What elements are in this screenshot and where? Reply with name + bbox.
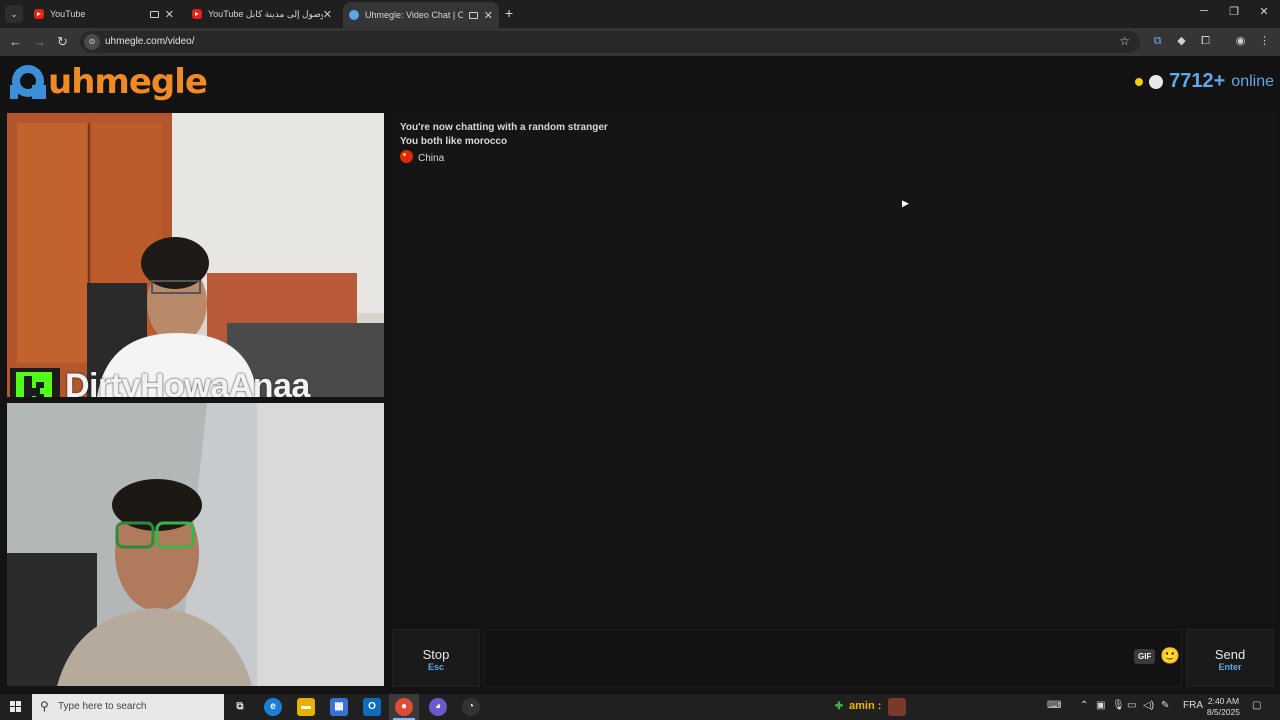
notifications-icon[interactable]: ▢ bbox=[1252, 700, 1261, 711]
task-view-icon[interactable]: ⧉ bbox=[231, 698, 249, 716]
close-tab-icon[interactable]: ✕ bbox=[323, 8, 332, 21]
online-counter: 7712+ online bbox=[1135, 70, 1274, 93]
streamer-name-overlay: DirtyHowaAnaa bbox=[65, 367, 310, 397]
clock-date: 8/5/2025 bbox=[1206, 707, 1240, 717]
tab-youtube[interactable]: YouTube ✕ bbox=[28, 2, 180, 26]
chevron-down-icon: ⌄ bbox=[10, 9, 18, 19]
outlook-icon[interactable]: O bbox=[363, 698, 381, 716]
user-avatar[interactable] bbox=[888, 698, 906, 716]
tab-title: YouTube الوصول إلى مدينة كابل bbox=[208, 8, 323, 19]
picture-in-picture-icon[interactable] bbox=[468, 11, 478, 19]
chat-interest-message: You both like morocco bbox=[400, 136, 508, 147]
windows-start-icon[interactable] bbox=[10, 701, 22, 713]
chat-message-input[interactable] bbox=[484, 629, 1182, 687]
kick-logo-icon bbox=[10, 368, 60, 397]
tab-title: Uhmegle: Video Chat | Ome bbox=[365, 10, 463, 20]
restore-button[interactable]: ❐ bbox=[1219, 5, 1249, 18]
chrome-taskbar-active[interactable]: ● bbox=[389, 694, 419, 720]
site-info-icon[interactable]: ⊜ bbox=[84, 34, 100, 50]
youtube-icon bbox=[192, 9, 202, 19]
tab-uhmegle[interactable]: Uhmegle: Video Chat | Ome ✕ bbox=[343, 2, 499, 28]
microsoft-store-icon[interactable]: ▦ bbox=[330, 698, 348, 716]
network-icon[interactable]: ▭ bbox=[1127, 700, 1136, 711]
logo-text: uhmegle bbox=[48, 62, 208, 102]
extensions-puzzle-icon[interactable]: ⧠ bbox=[1199, 35, 1212, 48]
send-button[interactable]: Send Enter bbox=[1186, 629, 1274, 687]
stop-button[interactable]: Stop Esc bbox=[392, 629, 480, 687]
page-content: uhmegle 7712+ online DirtyHowaAnaa You'r… bbox=[0, 56, 1280, 694]
stop-label: Stop bbox=[422, 647, 450, 662]
site-header: uhmegle 7712+ online bbox=[0, 56, 1280, 108]
search-icon: ⚲ bbox=[40, 699, 49, 713]
menu-kebab-icon[interactable]: ⋮ bbox=[1258, 35, 1271, 48]
chat-status-message: You're now chatting with a random strang… bbox=[400, 122, 608, 133]
chrome-profile-icon[interactable]: ◕ bbox=[429, 698, 447, 716]
tab-youtube-kabul[interactable]: YouTube الوصول إلى مدينة كابل ✕ bbox=[186, 2, 338, 26]
bookmark-star-icon[interactable]: ☆ bbox=[1119, 34, 1130, 48]
system-clock[interactable]: 2:40 AM 8/5/2025 bbox=[1207, 696, 1240, 718]
minimize-button[interactable]: ─ bbox=[1189, 5, 1219, 17]
pen-icon[interactable]: ✎ bbox=[1161, 700, 1169, 711]
close-tab-icon[interactable]: ✕ bbox=[484, 9, 493, 22]
chrome-icon: ● bbox=[395, 698, 413, 716]
game-icon: ✚ bbox=[834, 701, 844, 712]
send-shortcut: Enter bbox=[1218, 662, 1242, 672]
uhmegle-logo[interactable]: uhmegle bbox=[8, 62, 208, 102]
obs-recorder-icon[interactable]: ◔ bbox=[462, 698, 480, 716]
uhmegle-icon bbox=[349, 10, 359, 20]
country-name: China bbox=[418, 153, 445, 164]
chat-controls: Stop Esc GIF 🙂 Send Enter bbox=[392, 629, 1274, 687]
stranger-country: China bbox=[400, 150, 444, 164]
browser-toolbar: ← → ↻ ⊜ uhmegle.com/video/ ☆ ⧉ ◆ ⧠ ◉ ⋮ bbox=[0, 28, 1280, 56]
youtube-icon bbox=[34, 9, 44, 19]
tab-search-button[interactable]: ⌄ bbox=[5, 5, 23, 23]
stranger-video-feed bbox=[7, 113, 384, 397]
forward-arrow-icon[interactable]: → bbox=[33, 34, 46, 49]
browser-tab-strip: ⌄ YouTube ✕ YouTube الوصول إلى مدينة كاب… bbox=[0, 0, 1280, 28]
self-video-feed bbox=[7, 403, 384, 686]
keyboard-icon[interactable]: ⌨ bbox=[1047, 700, 1061, 711]
uhmegle-logo-icon bbox=[10, 65, 46, 99]
search-placeholder: Type here to search bbox=[58, 701, 147, 712]
webcam-icon[interactable]: ▣ bbox=[1096, 700, 1105, 711]
url-text[interactable]: uhmegle.com/video/ bbox=[105, 36, 195, 47]
extension-diamond-icon[interactable]: ◆ bbox=[1175, 35, 1188, 48]
gif-button[interactable]: GIF bbox=[1134, 649, 1156, 664]
close-tab-icon[interactable]: ✕ bbox=[165, 8, 174, 21]
tab-title: YouTube bbox=[50, 9, 86, 19]
stranger-video: DirtyHowaAnaa bbox=[7, 113, 384, 397]
theme-toggle[interactable] bbox=[1149, 74, 1164, 89]
windows-taskbar: ⚲ Type here to search ⧉ e ▬ ▦ O ● ◕ ◔ ✚ … bbox=[0, 694, 1280, 720]
stop-shortcut: Esc bbox=[427, 662, 444, 672]
clock-time: 2:40 AM bbox=[1207, 696, 1240, 706]
emoji-picker-icon[interactable]: 🙂 bbox=[1160, 646, 1180, 666]
chat-log: You're now chatting with a random strang… bbox=[392, 113, 1274, 625]
new-tab-button[interactable]: + bbox=[505, 5, 513, 21]
edge-browser-icon[interactable]: e bbox=[264, 698, 282, 716]
send-label: Send bbox=[1214, 647, 1246, 662]
file-explorer-icon[interactable]: ▬ bbox=[297, 698, 315, 716]
self-video bbox=[7, 403, 384, 686]
picture-in-picture-icon[interactable] bbox=[149, 10, 159, 18]
china-flag-icon bbox=[400, 150, 413, 163]
online-label: online bbox=[1231, 72, 1274, 90]
tray-expand-icon[interactable]: ⌃ bbox=[1080, 700, 1088, 711]
user-label: amin : bbox=[849, 700, 882, 712]
address-bar[interactable]: ⊜ uhmegle.com/video/ ☆ bbox=[80, 31, 1140, 53]
plus-icon: + bbox=[505, 5, 514, 21]
volume-icon[interactable]: ◁) bbox=[1143, 700, 1154, 711]
taskbar-search-box[interactable]: ⚲ Type here to search bbox=[32, 694, 224, 720]
status-dot-yellow bbox=[1135, 77, 1144, 86]
profile-icon[interactable]: ◉ bbox=[1234, 35, 1247, 48]
reload-icon[interactable]: ↻ bbox=[57, 34, 68, 50]
microphone-icon[interactable]: 🎙 bbox=[1112, 700, 1125, 711]
translate-icon[interactable]: ⧉ bbox=[1151, 35, 1164, 48]
close-window-button[interactable]: ✕ bbox=[1249, 5, 1279, 18]
language-indicator[interactable]: FRA bbox=[1183, 700, 1203, 711]
online-count: 7712+ bbox=[1169, 70, 1226, 92]
back-arrow-icon[interactable]: ← bbox=[9, 34, 22, 49]
